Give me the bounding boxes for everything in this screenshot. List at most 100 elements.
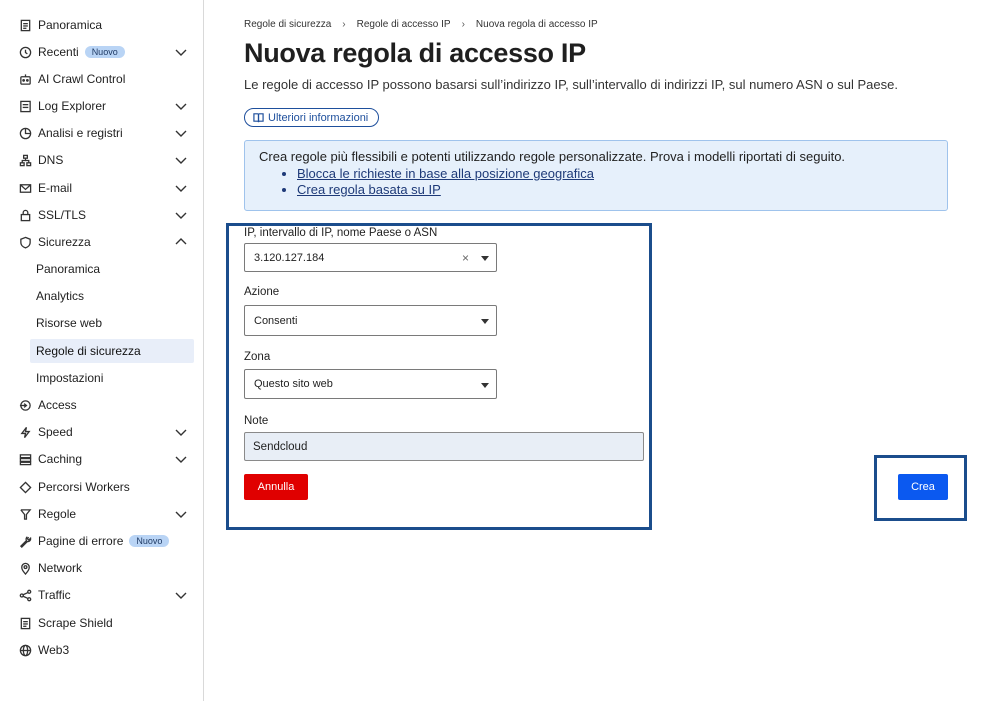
mail-icon <box>18 181 32 195</box>
sidebar-item-recenti[interactable]: Recenti Nuovo <box>12 40 194 64</box>
ip-select[interactable]: 3.120.127.184 × <box>244 243 497 272</box>
sidebar-subitem-risorse-web[interactable]: Risorse web <box>30 311 194 335</box>
chevron-down-icon[interactable] <box>174 181 188 195</box>
sidebar-item-pagine-errore[interactable]: Pagine di errore Nuovo <box>12 529 194 553</box>
book-icon <box>253 113 264 123</box>
sidebar-item-label: Scrape Shield <box>38 616 113 630</box>
sidebar-item-label: Sicurezza <box>38 235 91 249</box>
sidebar-subitem-label: Impostazioni <box>36 371 104 385</box>
chevron-right-icon: › <box>461 19 465 30</box>
info-banner: Crea regole più flessibili e potenti uti… <box>244 140 948 211</box>
caret-down-icon[interactable] <box>481 256 489 261</box>
note-field-label: Note <box>244 415 269 427</box>
ip-field-label: IP, intervallo di IP, nome Paese o ASN <box>244 227 438 239</box>
sidebar-item-sicurezza[interactable]: Sicurezza <box>12 230 194 254</box>
sidebar-item-label: Speed <box>38 425 73 439</box>
banner-text: Crea regole più flessibili e potenti uti… <box>259 149 846 164</box>
sidebar-item-traffic[interactable]: Traffic <box>12 583 194 607</box>
chevron-down-icon[interactable] <box>174 208 188 222</box>
list-item: Crea regola basata su IP <box>297 182 933 197</box>
create-button[interactable]: Crea <box>898 474 948 500</box>
sidebar-item-ssl-tls[interactable]: SSL/TLS <box>12 203 194 227</box>
network-icon <box>18 153 32 167</box>
cancel-button[interactable]: Annulla <box>244 474 308 500</box>
sidebar-item-web3[interactable]: Web3 <box>12 638 194 662</box>
access-icon <box>18 398 32 412</box>
banner-link-list: Blocca le richieste in base alla posizio… <box>259 166 933 197</box>
sidebar-item-dns[interactable]: DNS <box>12 148 194 172</box>
sidebar-item-label: Analisi e registri <box>38 126 123 140</box>
chevron-down-icon[interactable] <box>174 425 188 439</box>
action-select-value: Consenti <box>254 314 298 327</box>
stack-icon <box>18 452 32 466</box>
note-input[interactable]: Sendcloud <box>244 432 644 461</box>
chevron-down-icon[interactable] <box>174 126 188 140</box>
ip-rule-template-link[interactable]: Crea regola basata su IP <box>297 182 441 197</box>
sidebar-item-analisi-registri[interactable]: Analisi e registri <box>12 121 194 145</box>
sidebar-item-ai-crawl-control[interactable]: AI Crawl Control <box>12 67 194 91</box>
page-description: Le regole di accesso IP possono basarsi … <box>244 77 898 92</box>
sidebar-item-scrape-shield[interactable]: Scrape Shield <box>12 611 194 635</box>
sidebar-subitem-label: Analytics <box>36 289 85 303</box>
breadcrumb-item[interactable]: Regole di accesso IP <box>357 19 451 30</box>
sidebar-subitem-label: Regole di sicurezza <box>36 344 141 358</box>
pie-chart-icon <box>18 126 32 140</box>
breadcrumb-current: Nuova regola di accesso IP <box>475 19 598 30</box>
sidebar-item-panoramica[interactable]: Panoramica <box>12 13 194 37</box>
clear-icon[interactable]: × <box>462 251 469 265</box>
zone-field-label: Zona <box>244 351 271 363</box>
sidebar: Panoramica Recenti Nuovo AI Crawl Contro… <box>0 0 204 701</box>
chevron-right-icon: › <box>342 19 346 30</box>
chevron-down-icon[interactable] <box>174 99 188 113</box>
sidebar-subitem-panoramica[interactable]: Panoramica <box>30 257 194 281</box>
chevron-down-icon[interactable] <box>174 153 188 167</box>
breadcrumb: Regole di sicurezza › Regole di accesso … <box>244 19 598 30</box>
pin-icon <box>18 561 32 575</box>
chevron-down-icon[interactable] <box>174 452 188 466</box>
sidebar-item-caching[interactable]: Caching <box>12 447 194 471</box>
caret-down-icon[interactable] <box>481 319 489 324</box>
sidebar-item-log-explorer[interactable]: Log Explorer <box>12 94 194 118</box>
chevron-down-icon[interactable] <box>174 45 188 59</box>
shield-icon <box>18 235 32 249</box>
sidebar-item-label: Regole <box>38 507 77 521</box>
sidebar-item-label: AI Crawl Control <box>38 72 126 86</box>
sidebar-item-label: Caching <box>38 452 83 466</box>
document-icon <box>18 18 32 32</box>
sidebar-item-access[interactable]: Access <box>12 393 194 417</box>
action-field-label: Azione <box>244 286 280 298</box>
sidebar-item-label: Pagine di errore <box>38 534 124 548</box>
sidebar-item-label: Recenti <box>38 45 79 59</box>
sidebar-item-label: DNS <box>38 153 64 167</box>
sidebar-item-label: Percorsi Workers <box>38 480 130 494</box>
sidebar-item-regole[interactable]: Regole <box>12 502 194 526</box>
list-item: Blocca le richieste in base alla posizio… <box>297 166 933 181</box>
sidebar-subitem-regole-sicurezza[interactable]: Regole di sicurezza <box>30 339 194 363</box>
sidebar-item-label: SSL/TLS <box>38 208 87 222</box>
geo-block-template-link[interactable]: Blocca le richieste in base alla posizio… <box>297 166 594 181</box>
sidebar-item-email[interactable]: E-mail <box>12 176 194 200</box>
sidebar-item-label: Panoramica <box>38 18 103 32</box>
chevron-down-icon[interactable] <box>174 507 188 521</box>
robot-icon <box>18 72 32 86</box>
sidebar-subitem-analytics[interactable]: Analytics <box>30 284 194 308</box>
more-info-button[interactable]: Ulteriori informazioni <box>244 108 380 127</box>
caret-down-icon[interactable] <box>481 383 489 388</box>
globe-icon <box>18 643 32 657</box>
chevron-down-icon[interactable] <box>174 588 188 602</box>
chevron-up-icon[interactable] <box>174 235 188 249</box>
document-icon <box>18 616 32 630</box>
action-select[interactable]: Consenti <box>244 305 497 336</box>
sidebar-item-label: Access <box>38 398 77 412</box>
clock-icon <box>18 45 32 59</box>
breadcrumb-item[interactable]: Regole di sicurezza <box>244 19 331 30</box>
sidebar-item-label: E-mail <box>38 181 73 195</box>
sidebar-item-percorsi-workers[interactable]: Percorsi Workers <box>12 475 194 499</box>
zone-select[interactable]: Questo sito web <box>244 369 497 399</box>
sidebar-item-label: Network <box>38 561 83 575</box>
sidebar-item-network[interactable]: Network <box>12 556 194 580</box>
sidebar-item-speed[interactable]: Speed <box>12 420 194 444</box>
sidebar-subitem-impostazioni[interactable]: Impostazioni <box>30 366 194 390</box>
new-badge: Nuovo <box>129 535 170 547</box>
share-icon <box>18 588 32 602</box>
